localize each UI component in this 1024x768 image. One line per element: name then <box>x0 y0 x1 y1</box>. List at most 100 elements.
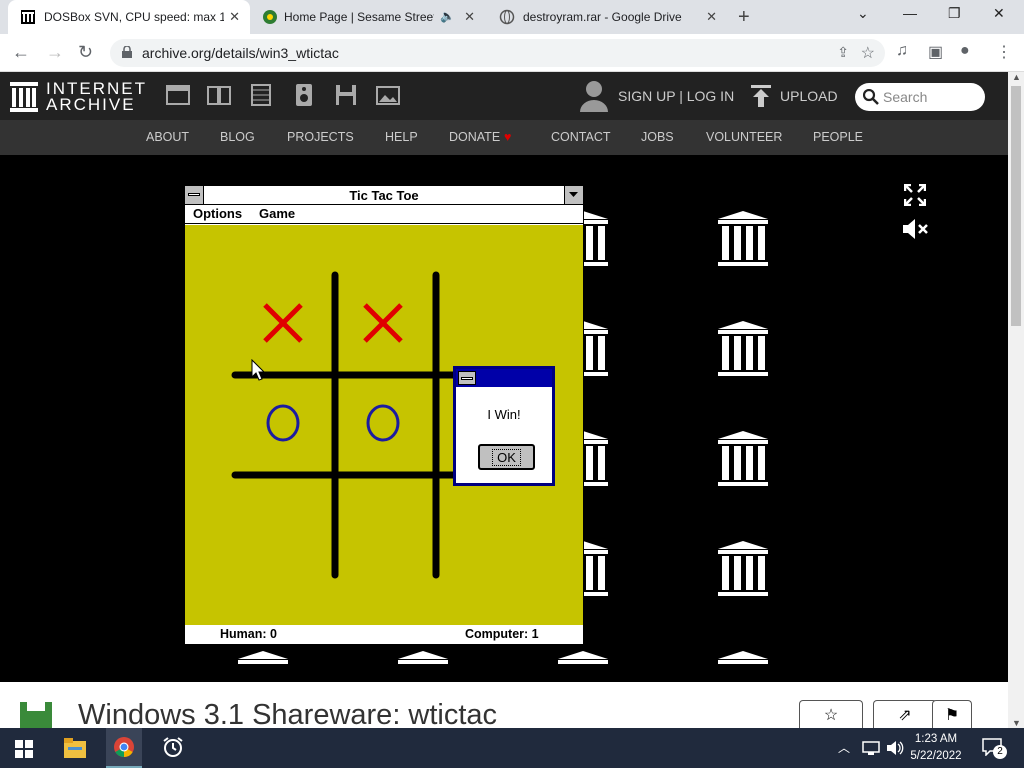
tab-sesame-street[interactable]: Home Page | Sesame Street | 🔈 ✕ <box>250 0 485 34</box>
notification-badge: 2 <box>993 745 1007 759</box>
fullscreen-icon[interactable] <box>904 184 926 206</box>
nav-about[interactable]: ABOUT <box>146 130 189 144</box>
system-clock[interactable]: 1:23 AM 5/22/2022 <box>905 731 967 765</box>
ok-button[interactable]: OK <box>478 444 535 470</box>
close-tab-icon[interactable]: ✕ <box>706 9 717 25</box>
nav-donate[interactable]: DONATE <box>449 130 500 144</box>
system-menu-icon[interactable] <box>458 371 476 385</box>
favorite-button[interactable]: ☆ <box>799 700 863 728</box>
ok-button-label: OK <box>492 448 521 466</box>
nav-people[interactable]: PEOPLE <box>813 130 863 144</box>
upload-link[interactable]: UPLOAD <box>780 88 838 104</box>
window-title-bar[interactable]: Tic Tac Toe <box>185 186 583 205</box>
dialog-title-bar[interactable] <box>456 369 552 387</box>
ia-pillar-icon <box>718 541 768 596</box>
archive-favicon-icon <box>21 10 35 24</box>
audio-icon[interactable] <box>292 84 316 106</box>
scroll-down-icon[interactable]: ▼ <box>1012 718 1021 728</box>
x-mark <box>363 303 403 343</box>
tab-dosbox[interactable]: DOSBox SVN, CPU speed: max 1C ✕ <box>8 0 250 34</box>
network-icon[interactable] <box>862 741 880 755</box>
windows-start-icon[interactable] <box>15 740 33 758</box>
share-button[interactable]: ⇗ <box>873 700 937 728</box>
mouse-cursor-icon <box>251 359 265 381</box>
browser-toolbar: ← → ↻ archive.org/details/win3_wtictac ⇪… <box>0 34 1024 72</box>
address-bar[interactable]: archive.org/details/win3_wtictac ⇪ ☆ <box>110 39 885 67</box>
close-tab-icon[interactable]: ✕ <box>229 9 240 25</box>
menu-options[interactable]: Options <box>193 206 242 221</box>
reload-icon[interactable]: ↻ <box>78 42 93 63</box>
video-icon[interactable] <box>249 84 273 106</box>
nav-projects[interactable]: PROJECTS <box>287 130 354 144</box>
ia-logo-text: INTERNET ARCHIVE <box>46 80 147 114</box>
ia-temple-logo-icon <box>10 82 38 112</box>
menu-kebab-icon[interactable]: ⋮ <box>996 42 1012 62</box>
item-details: Windows 3.1 Shareware: wtictac ☆ ⇗ ⚑ <box>0 682 1008 731</box>
browser-tab-strip: DOSBox SVN, CPU speed: max 1C ✕ Home Pag… <box>0 0 1024 34</box>
tray-overflow-icon[interactable]: ︿ <box>838 739 850 756</box>
ia-pillar-icon <box>718 431 768 486</box>
images-icon[interactable] <box>376 84 400 106</box>
signup-login-link[interactable]: SIGN UP | LOG IN <box>618 88 734 104</box>
flag-button[interactable]: ⚑ <box>932 700 972 728</box>
profile-icon[interactable]: ● <box>960 42 970 60</box>
minimize-icon[interactable] <box>564 186 583 204</box>
ia-pillar-icon <box>718 651 768 664</box>
minimize-icon[interactable]: — <box>903 5 917 21</box>
bookmark-star-icon[interactable]: ☆ <box>861 43 875 63</box>
notification-center[interactable]: 2 <box>982 738 1008 760</box>
o-mark <box>366 404 400 442</box>
tab-audio-icon[interactable]: 🔈 <box>440 9 455 23</box>
texts-icon[interactable] <box>207 84 231 106</box>
tab-search-icon[interactable]: ⌄ <box>857 5 869 22</box>
sesame-street-favicon-icon <box>263 10 277 24</box>
nav-help[interactable]: HELP <box>385 130 418 144</box>
software-floppy-icon <box>20 702 52 728</box>
menu-game[interactable]: Game <box>259 206 295 221</box>
human-score: Human: 0 <box>220 627 277 641</box>
nav-blog[interactable]: BLOG <box>220 130 255 144</box>
new-tab-icon[interactable]: + <box>738 6 750 29</box>
forward-icon[interactable]: → <box>46 42 64 63</box>
media-control-icon[interactable]: ♫ <box>896 42 908 60</box>
search-input[interactable]: Search <box>855 83 985 111</box>
volume-icon[interactable] <box>886 740 904 756</box>
file-explorer-icon[interactable] <box>64 738 86 758</box>
back-icon[interactable]: ← <box>12 42 30 63</box>
ia-pillar-icon <box>398 651 448 664</box>
nav-jobs[interactable]: JOBS <box>641 130 674 144</box>
chrome-taskbar-button[interactable] <box>106 728 142 768</box>
software-icon[interactable] <box>334 84 358 106</box>
computer-score: Computer: 1 <box>465 627 539 641</box>
chrome-icon <box>114 737 134 757</box>
nav-volunteer[interactable]: VOLUNTEER <box>706 130 782 144</box>
tab-google-drive[interactable]: destroyram.rar - Google Drive ✕ <box>487 0 727 34</box>
ia-header: INTERNET ARCHIVE SIGN UP | LOG IN UPLOAD … <box>0 72 1008 120</box>
nav-contact[interactable]: CONTACT <box>551 130 611 144</box>
tab-title: Home Page | Sesame Street | <box>284 10 434 24</box>
alarm-clock-icon[interactable] <box>162 736 184 758</box>
x-mark <box>263 303 303 343</box>
message-dialog: I Win! OK <box>453 366 555 486</box>
share-icon[interactable]: ⇪ <box>837 44 849 61</box>
clock-time: 1:23 AM <box>914 733 958 745</box>
upload-icon[interactable] <box>751 85 771 107</box>
side-panel-icon[interactable]: ▣ <box>928 42 943 62</box>
page-scrollbar[interactable]: ▲ ▼ <box>1008 72 1024 728</box>
logo-line2: ARCHIVE <box>46 95 136 114</box>
heart-icon: ♥ <box>504 130 512 144</box>
user-avatar-icon[interactable] <box>580 80 608 112</box>
url-text: archive.org/details/win3_wtictac <box>142 45 339 61</box>
scroll-up-icon[interactable]: ▲ <box>1012 72 1021 82</box>
flag-icon: ⚑ <box>944 707 960 724</box>
scrollbar-thumb[interactable] <box>1011 86 1021 326</box>
globe-favicon-icon <box>499 9 515 25</box>
menu-bar: Options Game <box>185 205 583 224</box>
search-icon <box>863 89 879 105</box>
restore-icon[interactable]: ❐ <box>948 5 961 22</box>
mute-icon[interactable] <box>902 218 928 240</box>
close-tab-icon[interactable]: ✕ <box>464 9 475 25</box>
web-icon[interactable] <box>166 84 190 106</box>
close-window-icon[interactable]: ✕ <box>993 5 1005 22</box>
clock-date: 5/22/2022 <box>910 750 962 762</box>
